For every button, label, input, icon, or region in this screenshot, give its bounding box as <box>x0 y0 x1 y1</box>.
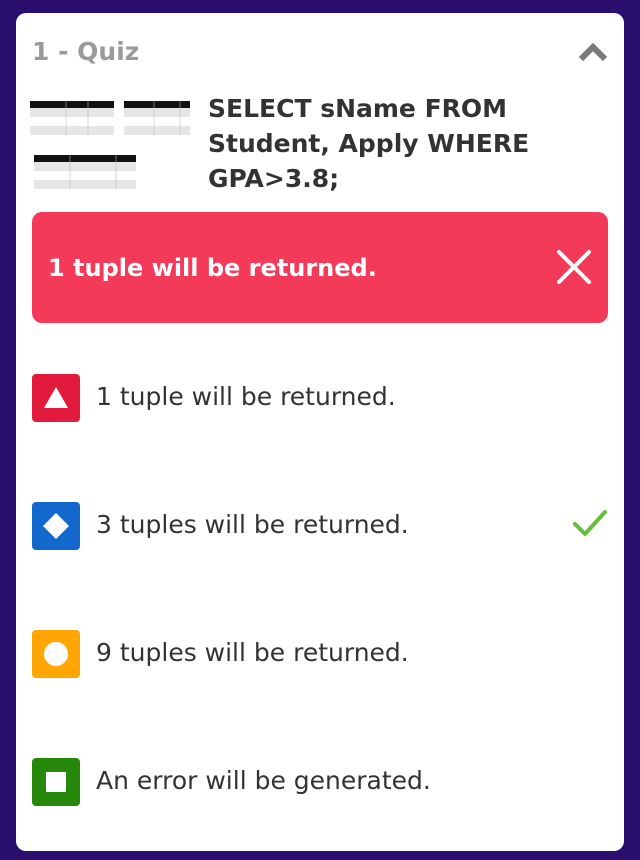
chevron-up-icon <box>578 42 608 62</box>
option-label: 1 tuple will be returned. <box>96 382 396 411</box>
close-icon <box>557 250 591 284</box>
question-text: SELECT sName FROM Student, Apply WHERE G… <box>208 94 530 193</box>
quiz-title: 1 - Quiz <box>32 37 140 66</box>
option-1[interactable]: 1 tuple will be returned. <box>32 373 608 423</box>
circle-icon <box>32 630 80 678</box>
answer-banner: 1 tuple will be returned. <box>32 212 608 323</box>
option-label: 3 tuples will be returned. <box>96 510 409 539</box>
answer-banner-text: 1 tuple will be returned. <box>48 254 377 282</box>
check-icon <box>573 510 607 536</box>
question-image <box>30 101 190 189</box>
option-4[interactable]: An error will be generated. <box>32 757 608 807</box>
diamond-icon <box>32 502 80 550</box>
option-label: 9 tuples will be returned. <box>96 638 409 667</box>
square-icon <box>32 758 80 806</box>
collapse-button[interactable] <box>578 41 608 63</box>
option-3[interactable]: 9 tuples will be returned. <box>32 629 608 679</box>
option-label: An error will be generated. <box>96 766 431 795</box>
close-button[interactable] <box>556 249 592 285</box>
quiz-card: 1 - Quiz SELECT sName FROM Student, Appl… <box>16 13 624 851</box>
option-2[interactable]: 3 tuples will be returned. <box>32 501 608 551</box>
triangle-icon <box>32 374 80 422</box>
